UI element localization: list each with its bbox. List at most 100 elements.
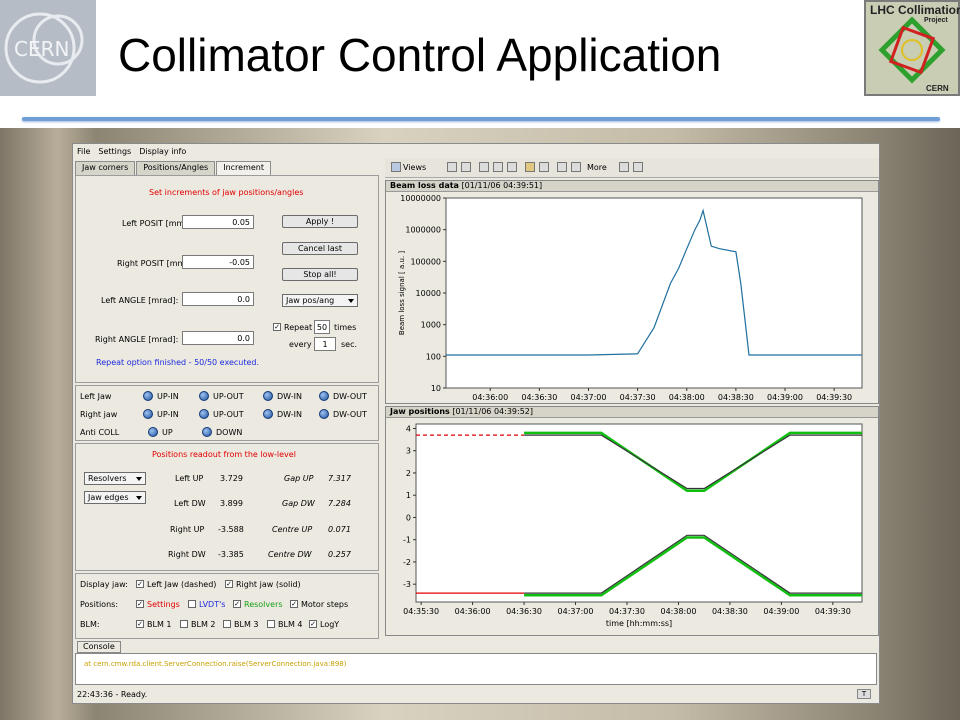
gap-up-label: Gap UP [284, 474, 314, 483]
mode-combo[interactable]: Jaw pos/ang [282, 294, 358, 307]
tab-positions-angles[interactable]: Positions/Angles [136, 161, 216, 175]
beam-loss-chart[interactable]: 10000000 1000000 100000 10000 1000 100 10 04:36… [386, 183, 880, 404]
x-tick-label: 04:36:00 [455, 607, 491, 616]
left-jaw-dw-out-label: DW-OUT [333, 392, 367, 401]
readout-mode-combo[interactable]: Jaw edges [84, 491, 146, 504]
list-icon[interactable] [557, 162, 567, 172]
lvdts-checkbox[interactable] [188, 600, 196, 608]
anti-coll-down-radio[interactable] [202, 427, 212, 437]
columns-icon[interactable] [571, 162, 581, 172]
export-icon[interactable] [619, 162, 629, 172]
left-jaw-up-in-label: UP-IN [157, 392, 179, 401]
blm4-checkbox[interactable] [267, 620, 275, 628]
slide-title: Collimator Control Application [118, 29, 722, 81]
right-up-label: Right UP [170, 525, 205, 534]
table-icon[interactable] [539, 162, 549, 172]
motor-steps-checkbox[interactable]: ✓ [290, 600, 298, 608]
console-output[interactable]: at cern.cmw.rda.client.ServerConnection.… [75, 653, 877, 685]
x-tick-label: 04:37:00 [558, 607, 594, 616]
repeat-checkbox[interactable]: ✓ [273, 323, 281, 331]
blm3-checkbox[interactable] [223, 620, 231, 628]
readout-source-combo[interactable]: Resolvers [84, 472, 146, 485]
tab-jaw-corners[interactable]: Jaw corners [75, 161, 136, 175]
left-jaw-dw-out-radio[interactable] [319, 391, 329, 401]
x-tick-label: 04:39:00 [767, 393, 803, 402]
x-tick-label: 04:36:00 [472, 393, 508, 402]
right-angle-input[interactable]: 0.0 [182, 331, 254, 345]
y-tick-label: 10000 [416, 289, 441, 298]
lvdts-label: LVDT's [199, 600, 226, 609]
beam-loss-timestamp: [01/11/06 04:39:51] [461, 181, 543, 190]
stop-all-button[interactable]: Stop all! [282, 268, 358, 281]
jaw-move-panel: Left Jaw UP-IN UP-OUT DW-IN DW-OUT Right… [75, 385, 379, 441]
left-dw-value: 3.899 [220, 499, 243, 508]
anti-coll-up-label: UP [162, 428, 173, 437]
anti-coll-up-radio[interactable] [148, 427, 158, 437]
status-toggle-button[interactable]: T [857, 689, 871, 699]
y-tick-label: 1000 [421, 321, 441, 330]
jaw-positions-chart[interactable]: 4 3 2 1 0 -1 -2 -3 04:35:30 04:36:00 04:36:30 04:37… [368, 409, 880, 636]
positions-readout-panel: Positions readout from the low-level Res… [75, 443, 379, 571]
left-angle-input[interactable]: 0.0 [182, 292, 254, 306]
print-icon[interactable] [633, 162, 643, 172]
resolvers-checkbox[interactable]: ✓ [233, 600, 241, 608]
left-posit-label: Left POSIT [mm]: [122, 219, 191, 228]
left-jaw-dashed-label: Left Jaw (dashed) [147, 580, 217, 589]
left-jaw-up-out-radio[interactable] [199, 391, 209, 401]
views-icon[interactable] [391, 162, 401, 172]
right-dw-label: Right DW [168, 550, 206, 559]
menu-bar: File Settings Display info [73, 144, 383, 158]
tab-increment[interactable]: Increment [216, 161, 271, 175]
cancel-last-button[interactable]: Cancel last [282, 242, 358, 255]
right-jaw-up-out-label: UP-OUT [213, 410, 244, 419]
blm1-checkbox[interactable]: ✓ [136, 620, 144, 628]
layout-icon[interactable] [461, 162, 471, 172]
settings-checkbox[interactable]: ✓ [136, 600, 144, 608]
every-seconds-input[interactable]: 1 [314, 337, 336, 351]
repeat-count-input[interactable]: 50 [314, 320, 330, 334]
grid-icon[interactable] [447, 162, 457, 172]
centre-dw-label: Centre DW [268, 550, 312, 559]
lhc-collimation-logo: LHC Collimation Project CERN [864, 0, 960, 96]
zoom-in-icon[interactable] [479, 162, 489, 172]
gap-dw-value: 7.284 [328, 499, 351, 508]
right-jaw-dw-in-radio[interactable] [263, 409, 273, 419]
positions-label: Positions: [80, 600, 119, 609]
y-tick-label: -2 [403, 558, 411, 567]
views-button[interactable]: Views [403, 163, 426, 172]
left-jaw-up-in-radio[interactable] [143, 391, 153, 401]
right-jaw-up-in-radio[interactable] [143, 409, 153, 419]
logy-checkbox[interactable]: ✓ [309, 620, 317, 628]
x-tick-label: 04:37:30 [609, 607, 645, 616]
repeat-status: Repeat option finished - 50/50 executed. [96, 358, 260, 367]
anti-coll-label: Anti COLL [80, 428, 120, 437]
right-jaw-dw-out-radio[interactable] [319, 409, 329, 419]
left-jaw-dw-in-radio[interactable] [263, 391, 273, 401]
left-posit-input[interactable]: 0.05 [182, 215, 254, 229]
x-tick-label: 04:35:30 [403, 607, 439, 616]
apply-button[interactable]: Apply ! [282, 215, 358, 228]
right-jaw-checkbox[interactable]: ✓ [225, 580, 233, 588]
blm2-checkbox[interactable] [180, 620, 188, 628]
y-tick-label: 3 [406, 447, 411, 456]
left-jaw-checkbox[interactable]: ✓ [136, 580, 144, 588]
y-axis-label: Beam loss signal [ a.u. ] [398, 251, 406, 335]
console-tab[interactable]: Console [77, 641, 121, 653]
right-jaw-up-out-radio[interactable] [199, 409, 209, 419]
chevron-down-icon [136, 496, 142, 500]
chart-icon[interactable] [525, 162, 535, 172]
cern-logo-text: CERN [14, 37, 69, 61]
pan-icon[interactable] [507, 162, 517, 172]
chevron-down-icon [348, 299, 354, 303]
right-posit-input[interactable]: -0.05 [182, 255, 254, 269]
menu-display-info[interactable]: Display info [139, 147, 186, 156]
left-jaw-up-out-label: UP-OUT [213, 392, 244, 401]
more-button[interactable]: More [587, 163, 607, 172]
gap-up-value: 7.317 [328, 474, 351, 483]
zoom-out-icon[interactable] [493, 162, 503, 172]
y-tick-label: 1000000 [405, 226, 441, 235]
menu-file[interactable]: File [77, 147, 90, 156]
x-tick-label: 04:39:30 [816, 393, 852, 402]
menu-settings[interactable]: Settings [98, 147, 131, 156]
jaw-positions-title: Jaw positions [390, 407, 450, 416]
